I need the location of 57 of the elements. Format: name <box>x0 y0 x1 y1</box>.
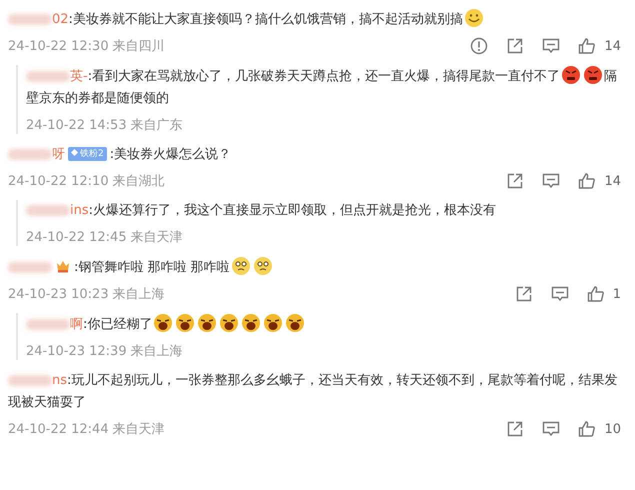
share-icon[interactable] <box>514 285 533 303</box>
comment-icon[interactable] <box>542 420 560 438</box>
comment-icon[interactable] <box>550 285 569 303</box>
worried-emoji-icon <box>230 256 251 276</box>
comment-text: ns:玩儿不起别玩儿，一张券整那么多幺蛾子，还当天有效，转天还领不到，尾款等着付呢，结果发现被天猫耍了 <box>8 372 618 412</box>
crying-emoji-icon <box>241 313 262 333</box>
username[interactable]: ins <box>70 203 89 218</box>
comment-text: ins:火爆还算行了，我这个直接显示立即领取，但点开就是抢光，根本没有 <box>26 200 627 222</box>
like-icon[interactable] <box>578 172 596 190</box>
crying-emoji-icon <box>263 313 284 333</box>
blurred-username <box>8 14 52 25</box>
blurred-username <box>8 262 52 273</box>
reply-time: 24-10-23 12:39 来自上海 <box>26 344 183 359</box>
like-count: 14 <box>604 38 621 54</box>
worried-emoji-icon <box>252 256 273 276</box>
username[interactable]: 02 <box>52 12 69 27</box>
comment-time: 24-10-23 10:23 来自上海 <box>8 286 166 303</box>
like-count: 10 <box>604 422 621 436</box>
comment-text: :钢管舞咋啦 那咋啦 那咋啦 <box>8 256 627 279</box>
comment-time: 24-10-22 12:10 来自湖北 <box>8 173 166 190</box>
comment-text: 02:美妆券就不能让大家直接领吗？搞什么饥饿营销，搞不起活动就别搞 <box>8 8 627 31</box>
fan-badge: 铁粉2 <box>68 147 107 161</box>
comment-text: 啊:你已经糊了 <box>26 313 627 336</box>
crying-emoji-icon <box>197 313 218 333</box>
like-icon[interactable] <box>586 285 605 303</box>
blurred-username <box>8 148 52 160</box>
reply-time: 24-10-22 14:53 来自广东 <box>26 118 183 133</box>
blurred-username <box>26 318 70 330</box>
crying-emoji-icon <box>219 313 240 333</box>
comment-text: 英-:看到大家在骂就放心了，几张破券天天蹲点抢，还一直火爆，搞得尾款一直付不了 隔壁京东的券都是随便领的 <box>26 65 627 110</box>
crying-emoji-icon <box>175 313 196 333</box>
username[interactable]: ns <box>52 373 68 388</box>
like-icon[interactable] <box>578 420 596 438</box>
angry-emoji-icon <box>583 65 604 85</box>
like-icon[interactable] <box>578 37 596 55</box>
comment-icon[interactable] <box>542 37 560 55</box>
smile-emoji-icon <box>464 8 484 28</box>
comment-icon[interactable] <box>542 172 560 190</box>
report-icon[interactable] <box>470 37 488 55</box>
blurred-username <box>8 374 52 386</box>
like-count: 14 <box>604 174 621 188</box>
share-icon[interactable] <box>506 37 524 55</box>
comment-time: 24-10-22 12:44 来自天津 <box>8 421 166 438</box>
username[interactable]: 啊 <box>70 317 83 332</box>
angry-emoji-icon <box>561 65 582 85</box>
comment-time: 24-10-22 12:30 来自四川 <box>8 38 166 55</box>
like-count: 1 <box>612 286 621 302</box>
username[interactable]: 呀 <box>52 147 65 162</box>
comment-text: 呀 铁粉2 :美妆券火爆怎么说？ <box>8 144 627 166</box>
share-icon[interactable] <box>506 172 524 190</box>
reply-time: 24-10-22 12:45 来自天津 <box>26 230 183 245</box>
crying-emoji-icon <box>153 313 174 333</box>
share-icon[interactable] <box>506 420 524 438</box>
blurred-username <box>26 70 70 82</box>
crying-emoji-icon <box>285 313 306 333</box>
blurred-username <box>26 204 70 216</box>
username[interactable]: 英- <box>70 69 88 84</box>
